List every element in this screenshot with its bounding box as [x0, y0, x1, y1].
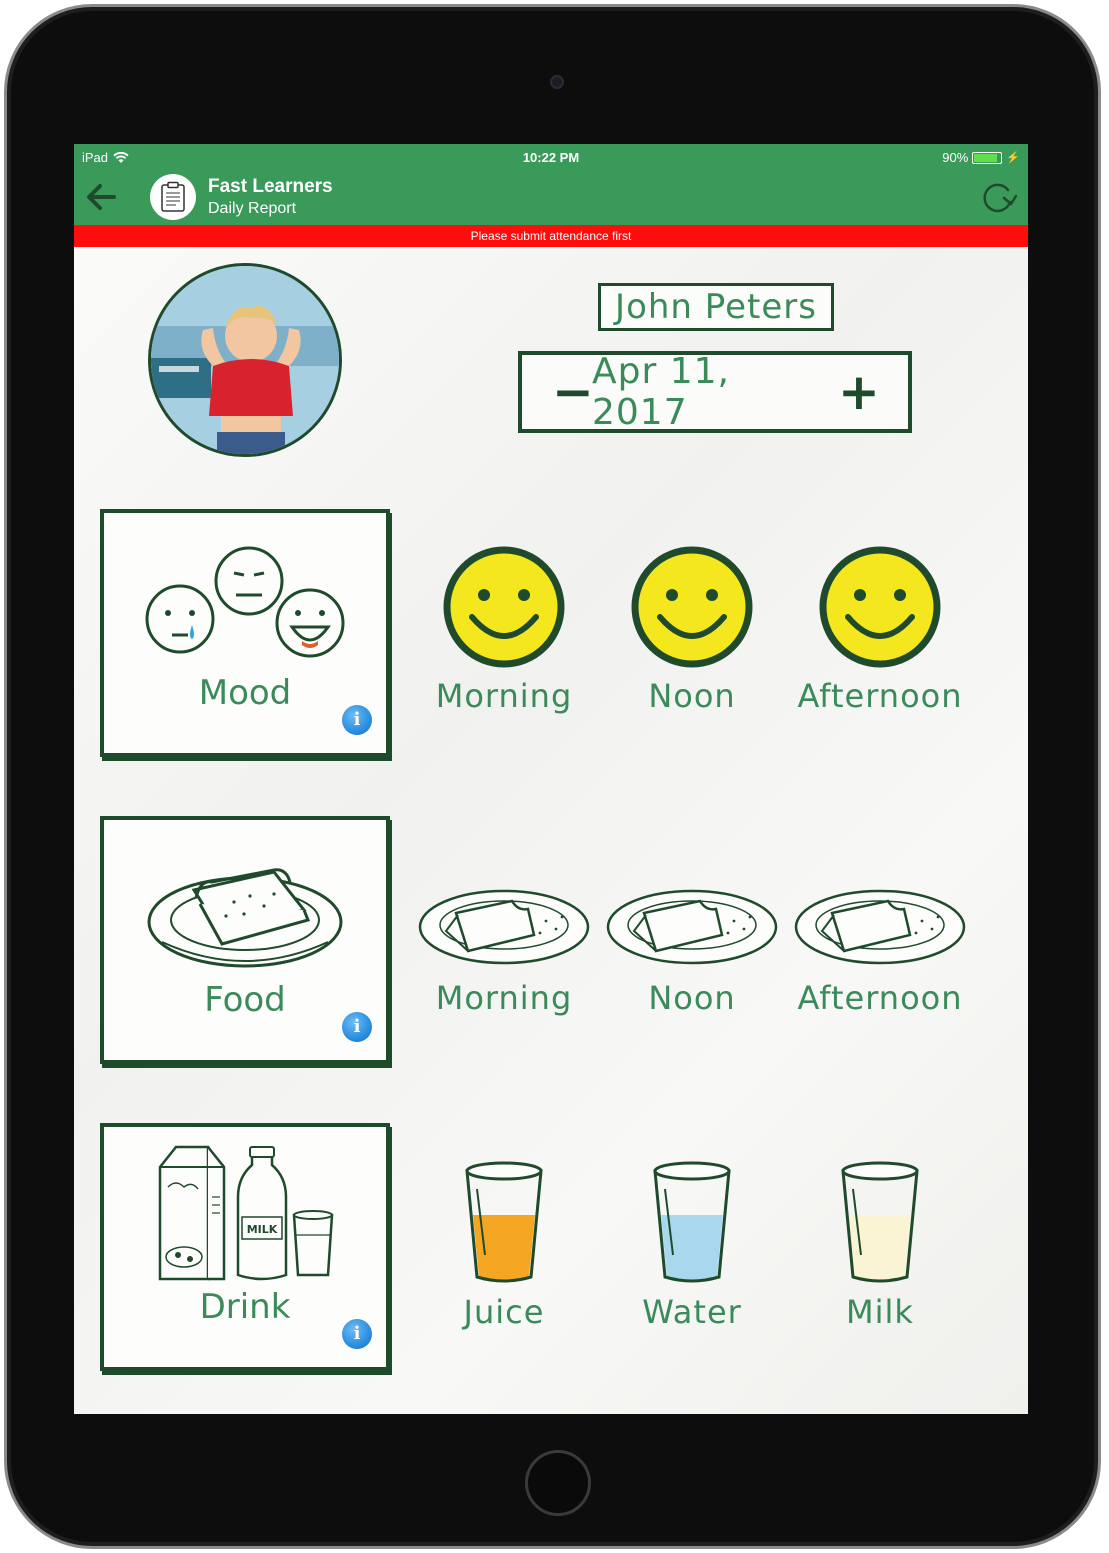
mood-category-card[interactable]: Mood i — [100, 509, 390, 757]
mood-option-label: Afternoon — [797, 677, 963, 715]
food-label: Food — [204, 980, 286, 1020]
water-glass-icon — [653, 1161, 731, 1283]
juice-glass-icon — [465, 1161, 543, 1283]
drink-option-label: Juice — [463, 1293, 545, 1331]
camera — [550, 75, 564, 89]
clipboard-icon — [161, 181, 185, 212]
milk-glass-icon — [841, 1161, 919, 1283]
smiley-face-icon — [631, 546, 753, 668]
mood-option-afternoon[interactable]: Afternoon — [790, 545, 970, 715]
mood-option-morning[interactable]: Morning — [414, 545, 594, 715]
arrow-left-icon — [87, 184, 116, 210]
child-photo — [151, 266, 339, 454]
half-eaten-sandwich-icon — [606, 889, 778, 965]
drink-option-label: Milk — [846, 1293, 914, 1331]
mood-label: Mood — [198, 673, 292, 713]
home-button[interactable] — [525, 1450, 591, 1516]
drink-category-card[interactable]: MILK Drink i — [100, 1123, 390, 1371]
app-logo — [150, 174, 196, 220]
half-eaten-sandwich-icon — [418, 889, 590, 965]
drink-option-juice[interactable]: Juice — [414, 1159, 594, 1331]
smiley-face-icon — [819, 546, 941, 668]
food-option-noon[interactable]: Noon — [602, 871, 782, 1017]
status-time: 10:22 PM — [522, 150, 580, 165]
drink-info-icon[interactable]: i — [342, 1319, 372, 1349]
milk-carton-bottle-icon: MILK — [158, 1145, 334, 1281]
child-avatar[interactable] — [148, 263, 342, 457]
mood-faces-icon — [145, 546, 345, 658]
food-info-icon[interactable]: i — [342, 1012, 372, 1042]
mood-option-label: Morning — [435, 677, 573, 715]
drink-option-label: Water — [642, 1293, 742, 1331]
daily-report-content: John Peters − Apr 11, 2017 + Mood i Morn… — [74, 247, 1028, 1414]
mood-info-icon[interactable]: i — [342, 705, 372, 735]
nav-subtitle: Daily Report — [208, 200, 297, 217]
nav-title: Fast Learners — [208, 176, 333, 197]
date-selector: − Apr 11, 2017 + — [518, 351, 912, 433]
screen: iPad 10:22 PM 90% ⚡ Fast Learners Daily … — [74, 144, 1028, 1414]
food-option-label: Afternoon — [797, 979, 963, 1017]
battery-icon — [972, 151, 1003, 164]
status-right: 90% ⚡ — [942, 150, 1020, 165]
mood-option-label: Noon — [648, 677, 736, 715]
drink-label: Drink — [199, 1287, 291, 1327]
half-eaten-sandwich-icon — [794, 889, 966, 965]
previous-day-button[interactable]: − — [552, 367, 594, 417]
next-day-button[interactable]: + — [838, 367, 880, 417]
refresh-icon — [983, 183, 1018, 213]
child-name: John Peters — [598, 283, 834, 331]
status-bar: iPad 10:22 PM 90% ⚡ — [74, 144, 1028, 170]
back-button[interactable] — [84, 180, 120, 214]
battery-fill — [974, 153, 998, 162]
charging-bolt-icon: ⚡ — [1006, 152, 1020, 164]
nav-bar: Fast Learners Daily Report — [74, 170, 1028, 225]
food-option-label: Morning — [435, 979, 573, 1017]
attendance-warning-banner[interactable]: Please submit attendance first — [74, 225, 1028, 247]
smiley-face-icon — [443, 546, 565, 668]
food-option-afternoon[interactable]: Afternoon — [790, 871, 970, 1017]
drink-option-milk[interactable]: Milk — [790, 1159, 970, 1331]
battery-percent: 90% — [942, 150, 969, 165]
report-date: Apr 11, 2017 — [592, 351, 730, 433]
mood-option-noon[interactable]: Noon — [602, 545, 782, 715]
refresh-button[interactable] — [978, 180, 1018, 216]
food-category-card[interactable]: Food i — [100, 816, 390, 1064]
food-option-morning[interactable]: Morning — [414, 871, 594, 1017]
food-option-label: Noon — [648, 979, 736, 1017]
drink-option-water[interactable]: Water — [602, 1159, 782, 1331]
svg-text:MILK: MILK — [247, 1223, 278, 1236]
sandwich-plate-icon — [147, 868, 343, 968]
